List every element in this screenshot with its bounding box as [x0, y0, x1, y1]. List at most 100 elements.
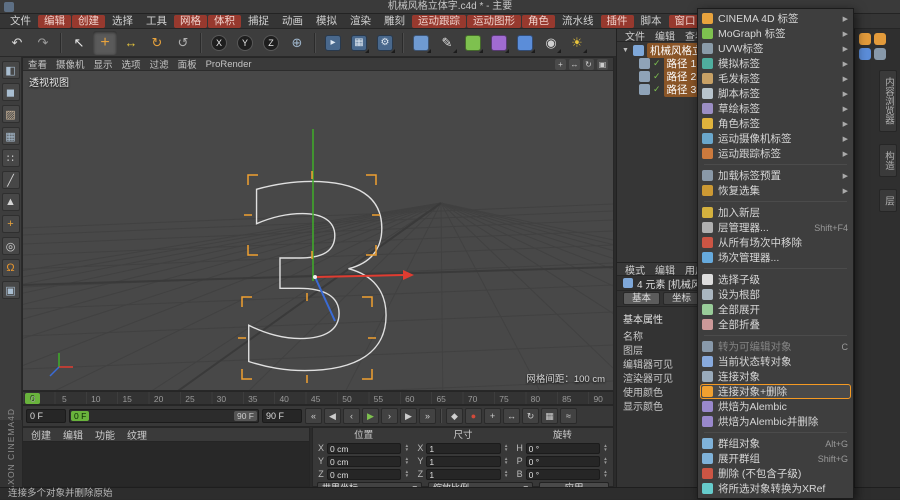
coord-field[interactable]: 0 °	[525, 468, 600, 480]
coord-field[interactable]: 0 °	[525, 455, 600, 467]
lock-y-button[interactable]: Y	[233, 31, 257, 55]
context-menu-item[interactable]: 烘焙为Alembic并删除	[698, 414, 853, 429]
menubar-item[interactable]: 创建	[72, 14, 105, 28]
coord-field[interactable]: 0 cm	[327, 455, 402, 467]
stepper[interactable]: ▲ ▼	[403, 456, 410, 465]
viewport-menu-item[interactable]: 选项	[122, 57, 141, 71]
menubar-item[interactable]: 雕刻	[378, 15, 411, 28]
frame-range-slider[interactable]: 0 F 90 F	[69, 409, 259, 423]
scale-tool[interactable]: ↔	[119, 31, 143, 55]
dock-tab[interactable]: 构造	[879, 143, 897, 177]
viewport-canvas[interactable]: 3 透视视图 网格间距：100 cm	[23, 71, 613, 390]
menubar-item[interactable]: 网格	[174, 14, 207, 28]
stepper[interactable]: ▲ ▼	[602, 443, 609, 452]
menubar-item[interactable]: 角色	[522, 14, 555, 28]
context-menu-item[interactable]: 场次管理器...	[698, 250, 853, 265]
menubar-item[interactable]: 选择	[106, 15, 139, 28]
menubar-item[interactable]: 渲染	[344, 15, 377, 28]
autokey-button[interactable]: ●	[465, 408, 482, 424]
render-picture-viewer-button[interactable]: ▦	[347, 31, 371, 55]
menubar-item[interactable]: 模拟	[310, 15, 343, 28]
object-label[interactable]: 路径 3	[663, 82, 700, 97]
material-menu-item[interactable]: 纹理	[127, 427, 147, 442]
make-editable-button[interactable]: ◧	[1, 61, 20, 79]
next-frame-button[interactable]: ›	[381, 408, 398, 424]
goto-start-button[interactable]: «	[305, 408, 322, 424]
environment-button[interactable]	[513, 31, 537, 55]
material-menu-item[interactable]: 编辑	[63, 427, 83, 442]
stepper[interactable]: ▲ ▼	[503, 456, 510, 465]
camera-button[interactable]: ◉	[539, 31, 563, 55]
context-menu-item[interactable]: 删除 (不包含子级)	[698, 466, 853, 481]
material-menu-item[interactable]: 创建	[31, 427, 51, 442]
context-menu-item[interactable]: 毛发标签 ▶	[698, 71, 853, 86]
dock-tab[interactable]: 内容浏览器	[879, 70, 897, 132]
lock-x-button[interactable]: X	[207, 31, 231, 55]
viewport-3d-scene[interactable]: 3	[23, 71, 613, 390]
context-menu-item[interactable]: 加入新层	[698, 205, 853, 220]
workplane-mode-button[interactable]: ▦	[1, 127, 20, 145]
stepper[interactable]: ▲ ▼	[503, 469, 510, 478]
stepper[interactable]: ▲ ▼	[602, 469, 609, 478]
coordinate-system-button[interactable]: ⊕	[285, 31, 309, 55]
context-menu-item[interactable]: 连接对象+删除	[700, 384, 851, 399]
menubar-item[interactable]: 体积	[208, 14, 241, 28]
viewport-menu-item[interactable]: 摄像机	[56, 57, 85, 71]
object-manager-menu-item[interactable]: 文件	[625, 28, 645, 43]
context-menu-item[interactable]: 模拟标签 ▶	[698, 56, 853, 71]
context-menu-item[interactable]: 群组对象 Alt+G	[698, 436, 853, 451]
layout-icon-3[interactable]	[859, 48, 871, 60]
context-menu-item[interactable]: 运动摄像机标签 ▶	[698, 131, 853, 146]
range-start-handle[interactable]: 0 F	[71, 411, 90, 421]
render-view-button[interactable]: ▸	[321, 31, 345, 55]
context-menu-item[interactable]: 设为根部	[698, 287, 853, 302]
coord-field[interactable]: 0 cm	[327, 468, 402, 480]
deformer-button[interactable]	[487, 31, 511, 55]
rotate-tool[interactable]: ↻	[145, 31, 169, 55]
object-manager-menu-item[interactable]: 编辑	[655, 28, 675, 43]
context-menu-item[interactable]: 将所选对象转换为XRef	[698, 481, 853, 496]
context-menu-item[interactable]: 层管理器... Shift+F4	[698, 220, 853, 235]
record-parameter-button[interactable]: ▦	[541, 408, 558, 424]
menubar-item[interactable]: 流水线	[556, 15, 600, 28]
record-position-button[interactable]: +	[484, 408, 501, 424]
workplane-lock-button[interactable]: ▣	[1, 281, 20, 299]
add-cube-button[interactable]	[409, 31, 433, 55]
stepper[interactable]: ▲ ▼	[403, 443, 410, 452]
menubar-item[interactable]: 编辑	[38, 14, 71, 28]
context-menu-item[interactable]: 全部展开	[698, 302, 853, 317]
attribute-tab[interactable]: 基本	[623, 292, 661, 305]
coord-field[interactable]: 1	[426, 468, 501, 480]
render-settings-button[interactable]: ⚙	[373, 31, 397, 55]
context-menu-item[interactable]: 当前状态转对象	[698, 354, 853, 369]
menubar-item[interactable]: 运动图形	[467, 14, 521, 28]
context-menu-item[interactable]: UVW标签 ▶	[698, 41, 853, 56]
model-mode-button[interactable]: ◼	[1, 83, 20, 101]
range-end-handle[interactable]: 90 F	[233, 411, 257, 421]
stepper[interactable]: ▲ ▼	[403, 469, 410, 478]
toggle-view-icon[interactable]: ▣	[597, 58, 608, 70]
record-pla-button[interactable]: ≈	[560, 408, 577, 424]
rotate-view-icon[interactable]: ↻	[583, 58, 594, 70]
viewport-menu-item[interactable]: 显示	[94, 57, 113, 71]
light-button[interactable]: ☀	[565, 31, 589, 55]
enabled-check-icon[interactable]: ✓	[653, 59, 661, 68]
lock-z-button[interactable]: Z	[259, 31, 283, 55]
live-selection-tool[interactable]: ↖	[67, 31, 91, 55]
viewport-menu-item[interactable]: 查看	[28, 57, 47, 71]
record-key-button[interactable]: ◆	[446, 408, 463, 424]
next-key-button[interactable]: ▶	[400, 408, 417, 424]
viewport-solo-button[interactable]: ◎	[1, 237, 20, 255]
enabled-check-icon[interactable]: ✓	[653, 85, 661, 94]
context-menu-item[interactable]: CINEMA 4D 标签 ▶	[698, 11, 853, 26]
menubar-item[interactable]: 插件	[600, 14, 634, 28]
prev-frame-button[interactable]: ‹	[343, 408, 360, 424]
material-menu-item[interactable]: 功能	[95, 427, 115, 442]
end-frame-field[interactable]: 90 F	[262, 409, 302, 423]
layout-icon-2[interactable]	[874, 33, 886, 45]
goto-end-button[interactable]: »	[419, 408, 436, 424]
menubar-item[interactable]: 脚本	[635, 15, 668, 28]
context-menu-item[interactable]: 从所有场次中移除	[698, 235, 853, 250]
layout-icon-4[interactable]	[874, 48, 886, 60]
layout-icon-1[interactable]	[859, 33, 871, 45]
